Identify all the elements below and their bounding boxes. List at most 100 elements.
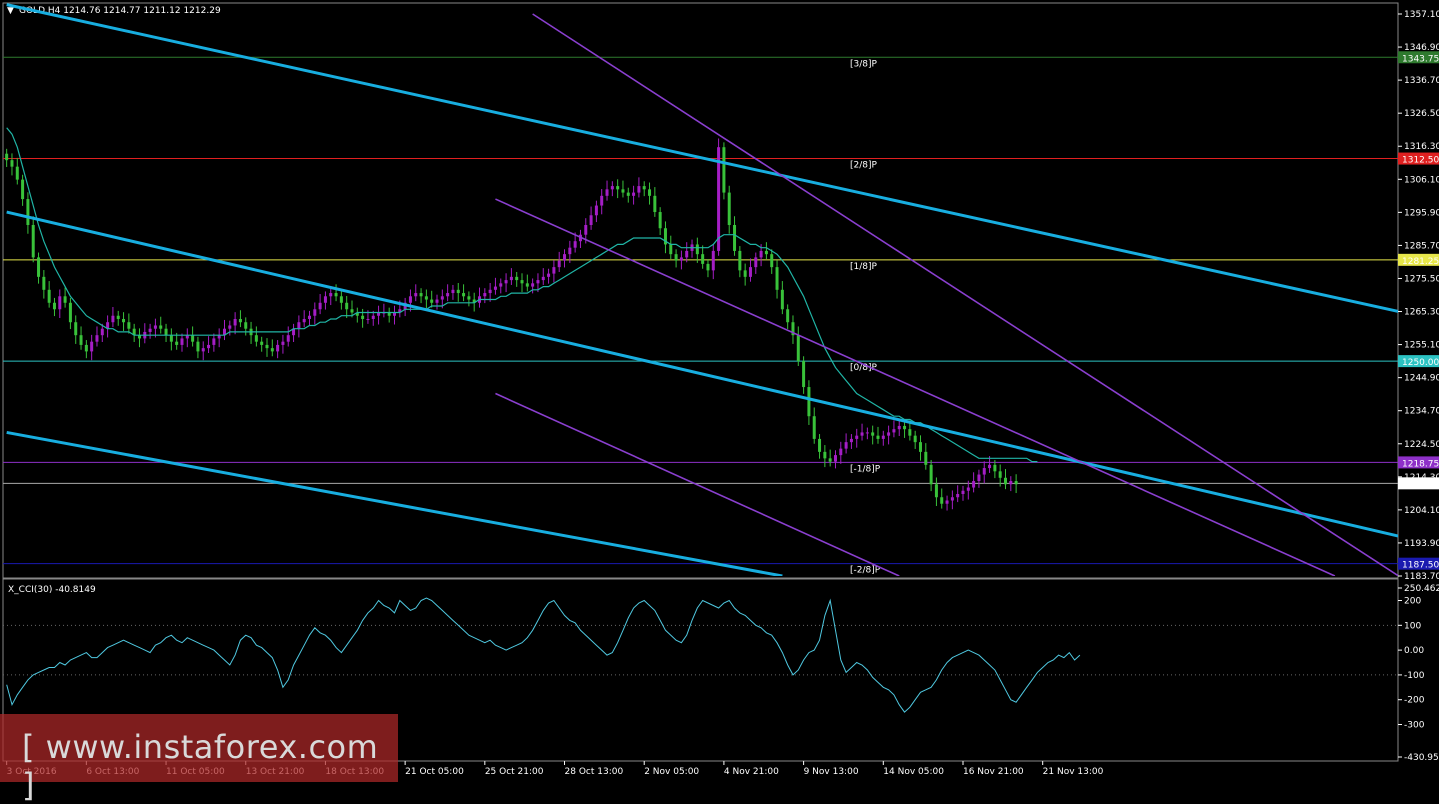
candle-body xyxy=(998,471,1002,478)
candle-body xyxy=(307,315,311,319)
cci-y-tick-label: -200 xyxy=(1404,696,1425,706)
candle-body xyxy=(780,289,784,310)
y-tick-label: 1285.70 xyxy=(1404,241,1439,251)
candle-body xyxy=(950,497,954,501)
candle-body xyxy=(897,425,901,430)
y-tick-label: 1316.30 xyxy=(1404,142,1439,152)
cci-y-tick-label: 0.00 xyxy=(1404,646,1424,656)
candle-body xyxy=(632,192,636,196)
candle-body xyxy=(297,322,301,329)
x-tick-label: 16 Nov 21:00 xyxy=(963,767,1024,777)
candle-body xyxy=(748,267,752,277)
candle-body xyxy=(31,224,35,258)
y-tick-label: 1306.10 xyxy=(1404,175,1439,185)
cci-title: X_CCI(30) -40.8149 xyxy=(8,585,96,595)
candle-body xyxy=(207,344,211,349)
candle-body xyxy=(754,257,758,268)
candle-body xyxy=(334,293,338,297)
candle-body xyxy=(966,487,970,491)
candle-body xyxy=(775,267,779,290)
trend-channel-line xyxy=(6,430,783,576)
candle-body xyxy=(21,179,25,200)
x-tick-label: 28 Oct 13:00 xyxy=(565,767,624,777)
cci-y-tick-label: 100 xyxy=(1404,621,1421,631)
candle-body xyxy=(701,254,705,264)
candle-body xyxy=(451,289,455,294)
candle-body xyxy=(424,296,428,300)
candle-body xyxy=(934,484,938,498)
candle-body xyxy=(488,289,492,294)
candle-body xyxy=(116,315,120,319)
candle-body xyxy=(435,299,439,303)
candle-body xyxy=(770,254,774,268)
candle-body xyxy=(339,296,343,303)
candle-body xyxy=(855,435,859,439)
candle-body xyxy=(913,435,917,443)
regression-channel-line xyxy=(532,13,1398,576)
candle-body xyxy=(648,189,652,196)
candle-body xyxy=(483,293,487,297)
y-tick-label: 1224.50 xyxy=(1404,440,1439,450)
candle-body xyxy=(1014,481,1018,485)
candle-body xyxy=(371,315,375,319)
candle-body xyxy=(833,455,837,462)
candle-body xyxy=(844,442,848,449)
cci-y-tick-label: -100 xyxy=(1404,671,1425,681)
candle-body xyxy=(467,296,471,300)
candle-body xyxy=(945,500,949,504)
y-tick-label: 1255.10 xyxy=(1404,341,1439,351)
cci-y-tick-label: -430.9526 xyxy=(1404,753,1439,763)
candle-body xyxy=(759,250,763,258)
regression-channel-line xyxy=(495,392,900,576)
candle-body xyxy=(345,302,349,310)
candle-body xyxy=(302,318,306,323)
candle-body xyxy=(600,195,604,206)
candle-body xyxy=(74,322,78,336)
candle-body xyxy=(802,361,806,388)
y-tick-label: 1265.30 xyxy=(1404,308,1439,318)
x-tick-label: 25 Oct 21:00 xyxy=(485,767,544,777)
candle-body xyxy=(408,296,412,303)
price-tag-value: 1281.25 xyxy=(1402,257,1439,267)
candle-body xyxy=(786,309,790,323)
candle-body xyxy=(642,186,646,190)
candle-body xyxy=(10,160,14,167)
candle-body xyxy=(228,325,232,329)
x-tick-label: 14 Nov 05:00 xyxy=(883,767,944,777)
candle-body xyxy=(605,189,609,196)
candle-body xyxy=(196,341,200,352)
candle-body xyxy=(493,286,497,290)
candle-body xyxy=(270,348,274,352)
moving-average-line xyxy=(6,127,1038,463)
candle-body xyxy=(706,263,710,271)
murrey-level-label: [1/8]P xyxy=(850,262,878,272)
candle-body xyxy=(818,438,822,452)
candle-body xyxy=(281,341,285,345)
candle-body xyxy=(679,257,683,261)
candle-body xyxy=(47,289,51,303)
price-tag-value: 1250.00 xyxy=(1402,358,1439,368)
candle-body xyxy=(924,451,928,465)
candle-body xyxy=(5,153,9,161)
murrey-level-label: [-2/8]P xyxy=(850,566,881,576)
candle-body xyxy=(918,442,922,452)
candle-body xyxy=(977,474,981,482)
y-tick-label: 1244.90 xyxy=(1404,374,1439,384)
chart-canvas[interactable]: ▼ GOLD,H4 1214.76 1214.77 1211.12 1212.29… xyxy=(0,0,1439,782)
candle-body xyxy=(462,293,466,297)
candle-body xyxy=(531,283,535,287)
candle-body xyxy=(525,283,529,287)
candle-body xyxy=(122,318,126,323)
candle-body xyxy=(796,335,800,362)
y-tick-label: 1193.90 xyxy=(1404,539,1439,549)
candle-body xyxy=(956,494,960,498)
candle-body xyxy=(589,215,593,225)
candle-body xyxy=(616,186,620,190)
candle-body xyxy=(446,293,450,297)
candle-body xyxy=(520,280,524,284)
candle-body xyxy=(849,438,853,443)
candle-body xyxy=(594,205,598,216)
candle-body xyxy=(350,309,354,313)
murrey-level-label: [3/8]P xyxy=(850,59,878,69)
candle-body xyxy=(584,224,588,235)
